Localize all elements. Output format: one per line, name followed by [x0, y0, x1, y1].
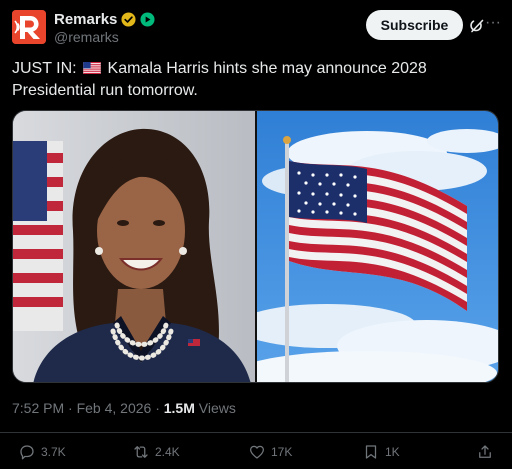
post-media[interactable]: [12, 110, 499, 383]
account-name[interactable]: Remarks: [54, 11, 117, 28]
reply-button[interactable]: 3.7K: [18, 443, 66, 461]
like-button[interactable]: 17K: [248, 443, 292, 461]
share-icon: [479, 445, 491, 458]
remarks-logo-icon: [12, 10, 46, 44]
repost-count: 2.4K: [155, 445, 180, 459]
post-prefix: JUST IN:: [12, 60, 77, 77]
post-header: Remarks @remarks Subscribe ···: [12, 8, 503, 46]
repost-icon: [134, 446, 148, 458]
verified-badge-icon[interactable]: [121, 12, 136, 27]
portrait-photo[interactable]: [13, 111, 255, 382]
like-count: 17K: [271, 445, 293, 459]
bookmark-count: 1K: [385, 445, 400, 459]
repost-button[interactable]: 2.4K: [132, 443, 180, 461]
portrait-image: [13, 111, 255, 382]
bookmark-icon: [365, 445, 377, 459]
account-avatar[interactable]: [12, 10, 46, 44]
post-meta: 7:52 PM · Feb 4, 2026 · 1.5M Views: [12, 400, 236, 416]
heart-icon: [249, 445, 265, 459]
post-timestamp[interactable]: 7:52 PM · Feb 4, 2026 ·: [12, 400, 164, 416]
more-options-icon[interactable]: ···: [483, 11, 503, 39]
account-handle[interactable]: @remarks: [54, 29, 119, 45]
bookmark-button[interactable]: 1K: [362, 443, 400, 461]
american-flag-image: [257, 111, 498, 382]
views-label: Views: [194, 400, 236, 416]
subscribe-button[interactable]: Subscribe: [366, 10, 463, 40]
account-name-row: Remarks: [54, 11, 155, 28]
views-count: 1.5M: [163, 400, 195, 416]
reply-count: 3.7K: [41, 445, 66, 459]
reply-icon: [20, 445, 34, 460]
flag-photo[interactable]: [257, 111, 498, 382]
post-text: JUST IN: Kamala Harris hints she may ann…: [12, 58, 500, 102]
post-actions-bar: 3.7K 2.4K 17K 1K: [0, 432, 512, 469]
us-flag-emoji-icon: [83, 62, 101, 74]
affiliate-badge-icon[interactable]: [140, 12, 155, 27]
share-button[interactable]: [476, 443, 494, 461]
